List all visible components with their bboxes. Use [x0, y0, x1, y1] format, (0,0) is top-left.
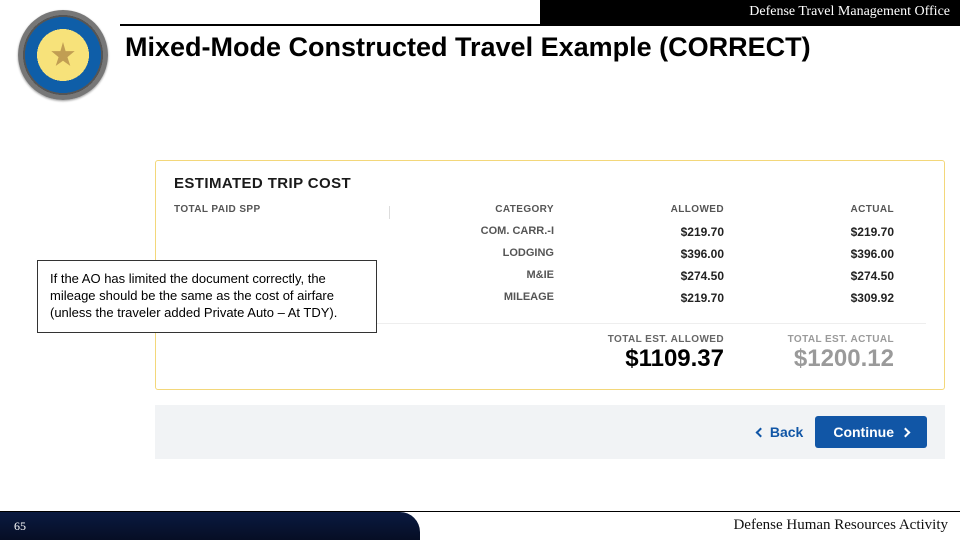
- slide-number: 65: [14, 519, 26, 534]
- row-allowed: $219.70: [564, 221, 724, 243]
- total-actual-label: TOTAL EST. ACTUAL: [734, 334, 894, 345]
- header-bar: Defense Travel Management Office: [540, 0, 960, 24]
- total-actual-value: $1200.12: [734, 345, 894, 373]
- footer-bar: [0, 512, 420, 540]
- col-category: CATEGORY: [384, 204, 554, 221]
- back-label: Back: [770, 424, 803, 440]
- row-category: MILEAGE: [384, 287, 554, 309]
- continue-button[interactable]: Continue: [815, 416, 927, 448]
- instruction-callout: If the AO has limited the document corre…: [37, 260, 377, 333]
- chevron-left-icon: [755, 427, 765, 437]
- continue-label: Continue: [833, 424, 894, 440]
- row-category: LODGING: [384, 243, 554, 265]
- rule: [120, 24, 960, 26]
- col-actual: ACTUAL: [734, 204, 894, 221]
- row-category: COM. CARR.-I: [384, 221, 554, 243]
- row-actual: $274.50: [734, 265, 894, 287]
- wizard-nav: Back Continue: [155, 405, 945, 459]
- col-spp: TOTAL PAID SPP: [174, 204, 374, 221]
- total-allowed-value: $1109.37: [564, 345, 724, 373]
- row-actual: $396.00: [734, 243, 894, 265]
- row-actual: $219.70: [734, 221, 894, 243]
- row-allowed: $219.70: [564, 287, 724, 309]
- agency-name: Defense Travel Management Office: [749, 4, 950, 20]
- row-category: M&IE: [384, 265, 554, 287]
- back-button[interactable]: Back: [757, 424, 803, 440]
- row-actual: $309.92: [734, 287, 894, 309]
- slide-title: Mixed-Mode Constructed Travel Example (C…: [125, 32, 811, 64]
- chevron-right-icon: [901, 427, 911, 437]
- col-allowed: ALLOWED: [564, 204, 724, 221]
- dod-seal-icon: [18, 10, 108, 100]
- panel-heading: ESTIMATED TRIP COST: [174, 175, 926, 192]
- footer-org: Defense Human Resources Activity: [733, 517, 948, 534]
- row-allowed: $396.00: [564, 243, 724, 265]
- total-allowed-label: TOTAL EST. ALLOWED: [564, 334, 724, 345]
- row-allowed: $274.50: [564, 265, 724, 287]
